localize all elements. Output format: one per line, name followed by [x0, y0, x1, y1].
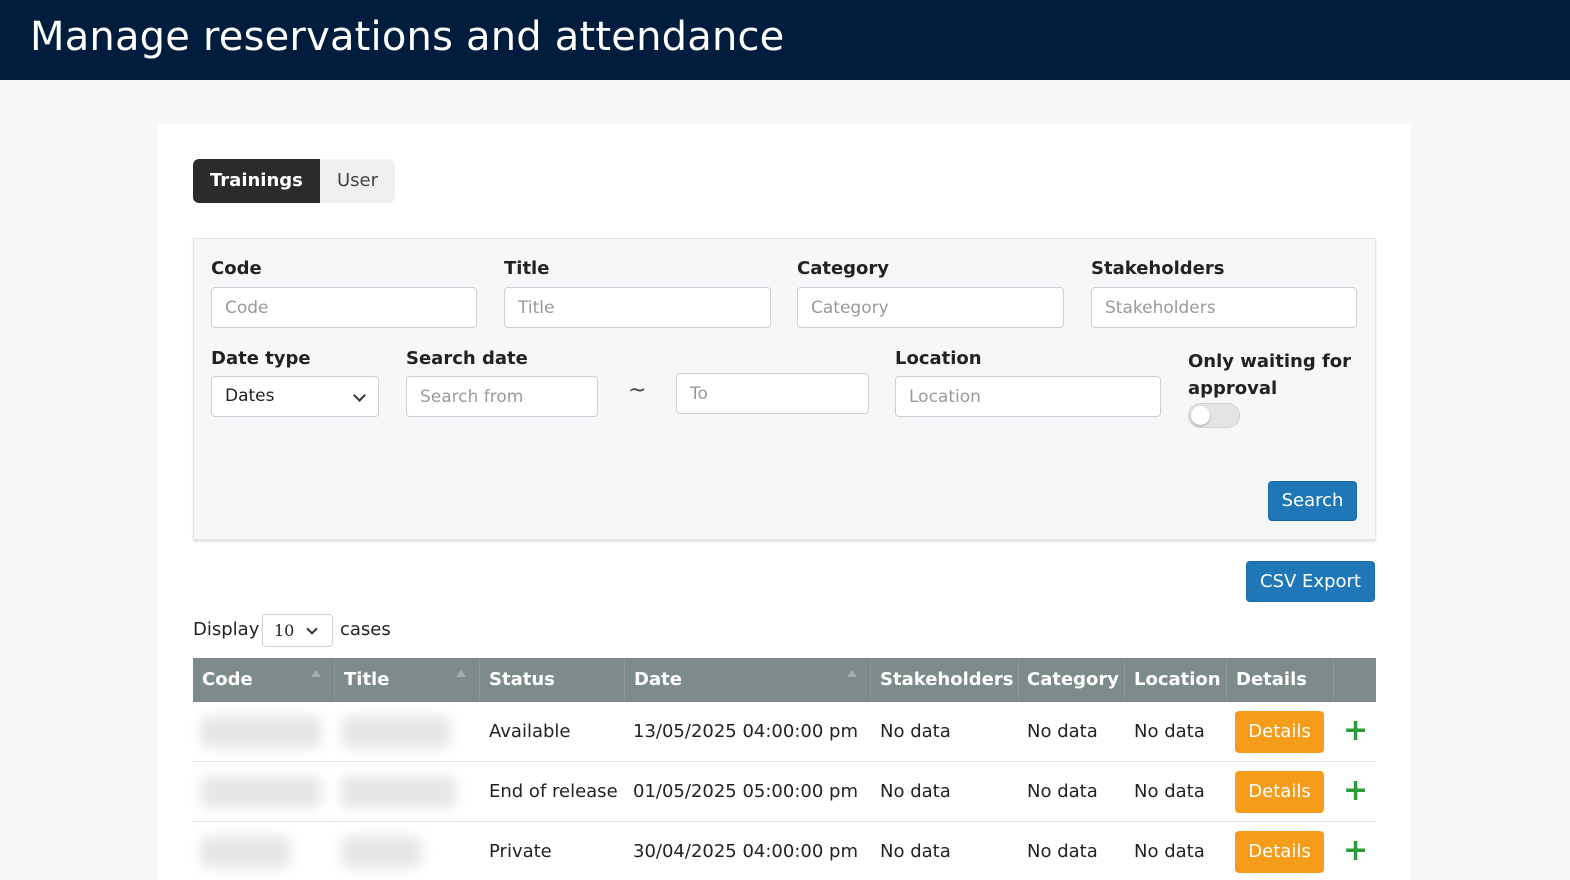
chevron-down-icon — [353, 389, 366, 402]
view-tabs: Trainings User — [193, 159, 395, 203]
status-cell: Available — [489, 721, 571, 742]
details-button[interactable]: Details — [1235, 711, 1324, 753]
redacted-title — [341, 716, 451, 748]
category-cell: No data — [1027, 841, 1098, 862]
title-input[interactable] — [504, 287, 771, 328]
date-cell: 30/04/2025 04:00:00 pm — [633, 841, 858, 862]
redacted-code — [201, 836, 291, 868]
sort-icon — [847, 670, 857, 677]
display-label: Display — [193, 619, 260, 640]
location-input[interactable] — [895, 376, 1161, 417]
column-header-expand — [1334, 658, 1376, 702]
waiting-approval-label-line2: approval — [1188, 378, 1278, 399]
column-header-stakeholders: Stakeholders — [871, 658, 1019, 702]
redacted-title — [341, 776, 456, 808]
search-date-label: Search date — [406, 348, 528, 369]
column-header-code[interactable]: Code — [193, 658, 335, 702]
location-label: Location — [895, 348, 982, 369]
location-cell: No data — [1134, 841, 1205, 862]
stakeholders-cell: No data — [880, 841, 951, 862]
trainings-table: Code Title Status Date Stakeholders Cate… — [193, 658, 1376, 880]
redacted-code — [201, 716, 321, 748]
cases-label: cases — [340, 619, 391, 640]
title-label: Title — [504, 258, 550, 279]
tab-user[interactable]: User — [320, 159, 395, 203]
date-type-value: Dates — [225, 386, 275, 406]
table-row: Private 30/04/2025 04:00:00 pm No data N… — [193, 822, 1376, 880]
column-header-category: Category — [1019, 658, 1125, 702]
stakeholders-cell: No data — [880, 781, 951, 802]
date-cell: 01/05/2025 05:00:00 pm — [633, 781, 858, 802]
category-label: Category — [797, 258, 890, 279]
date-cell: 13/05/2025 04:00:00 pm — [633, 721, 858, 742]
stakeholders-label: Stakeholders — [1091, 258, 1225, 279]
display-count-value: 10 — [274, 621, 295, 640]
search-to-input[interactable] — [676, 373, 869, 414]
category-cell: No data — [1027, 781, 1098, 802]
code-input[interactable] — [211, 287, 477, 328]
date-type-label: Date type — [211, 348, 311, 369]
column-header-location: Location — [1125, 658, 1227, 702]
table-row: Available 13/05/2025 04:00:00 pm No data… — [193, 702, 1376, 762]
column-header-details: Details — [1227, 658, 1334, 702]
plus-icon[interactable]: + — [1343, 716, 1368, 746]
details-button[interactable]: Details — [1235, 831, 1324, 873]
code-label: Code — [211, 258, 262, 279]
table-header: Code Title Status Date Stakeholders Cate… — [193, 658, 1376, 702]
search-from-input[interactable] — [406, 376, 598, 417]
tab-trainings[interactable]: Trainings — [193, 159, 320, 203]
date-type-select[interactable]: Dates — [211, 376, 379, 417]
column-header-status: Status — [480, 658, 625, 702]
waiting-approval-label: Only waiting for approval — [1188, 348, 1363, 402]
redacted-code — [201, 776, 321, 808]
toggle-knob — [1191, 406, 1210, 425]
sort-icon — [311, 670, 321, 677]
column-header-title-label: Title — [344, 669, 390, 690]
sort-icon — [456, 670, 466, 677]
column-header-title[interactable]: Title — [335, 658, 480, 702]
search-button[interactable]: Search — [1268, 481, 1357, 521]
top-header: Manage reservations and attendance — [0, 0, 1570, 80]
location-cell: No data — [1134, 721, 1205, 742]
stakeholders-input[interactable] — [1091, 287, 1357, 328]
display-count-select[interactable]: 10 — [262, 614, 333, 647]
redacted-title — [341, 836, 421, 868]
table-row: End of release 01/05/2025 05:00:00 pm No… — [193, 762, 1376, 822]
location-cell: No data — [1134, 781, 1205, 802]
stakeholders-cell: No data — [880, 721, 951, 742]
details-button[interactable]: Details — [1235, 771, 1324, 813]
category-input[interactable] — [797, 287, 1064, 328]
date-range-separator: ~ — [628, 378, 647, 403]
column-header-date[interactable]: Date — [625, 658, 871, 702]
plus-icon[interactable]: + — [1343, 836, 1368, 866]
waiting-approval-toggle[interactable] — [1188, 403, 1240, 428]
chevron-down-icon — [306, 623, 318, 635]
status-cell: End of release — [489, 781, 618, 802]
status-cell: Private — [489, 841, 552, 862]
csv-export-button[interactable]: CSV Export — [1246, 561, 1375, 602]
column-header-code-label: Code — [202, 669, 253, 690]
page-title: Manage reservations and attendance — [30, 14, 785, 60]
column-header-date-label: Date — [634, 669, 682, 690]
category-cell: No data — [1027, 721, 1098, 742]
plus-icon[interactable]: + — [1343, 776, 1368, 806]
waiting-approval-label-line1: Only waiting for — [1188, 351, 1352, 372]
